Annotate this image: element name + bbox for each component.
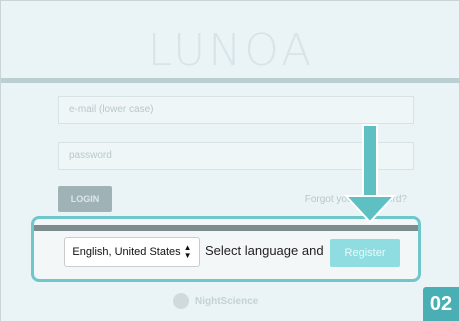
language-select-value: English, United States (72, 246, 181, 258)
select-updown-icon: ▲ ▼ (183, 243, 192, 260)
language-instruction: Select language and (205, 243, 324, 258)
password-placeholder: password (69, 150, 112, 161)
header-divider (1, 78, 460, 83)
language-bar-highlight: English, United States ▲ ▼ Select languag… (31, 216, 421, 282)
step-badge: 02 (423, 287, 459, 321)
password-field[interactable]: password (58, 142, 414, 170)
email-placeholder: e-mail (lower case) (69, 104, 154, 115)
brand-logo: LUNOA (147, 25, 315, 76)
nightscience-logo-icon (173, 293, 189, 309)
language-bar-divider (34, 225, 418, 231)
language-select[interactable]: English, United States ▲ ▼ (64, 237, 200, 267)
register-button[interactable]: Register (330, 239, 400, 267)
email-field[interactable]: e-mail (lower case) (58, 96, 414, 124)
footer-logo: NightScience (173, 292, 258, 310)
pointer-arrow-shaft (362, 124, 378, 197)
pointer-arrow-head-icon (344, 195, 396, 224)
footer-logo-text: NightScience (195, 295, 259, 307)
login-button[interactable]: LOGIN (58, 186, 112, 212)
